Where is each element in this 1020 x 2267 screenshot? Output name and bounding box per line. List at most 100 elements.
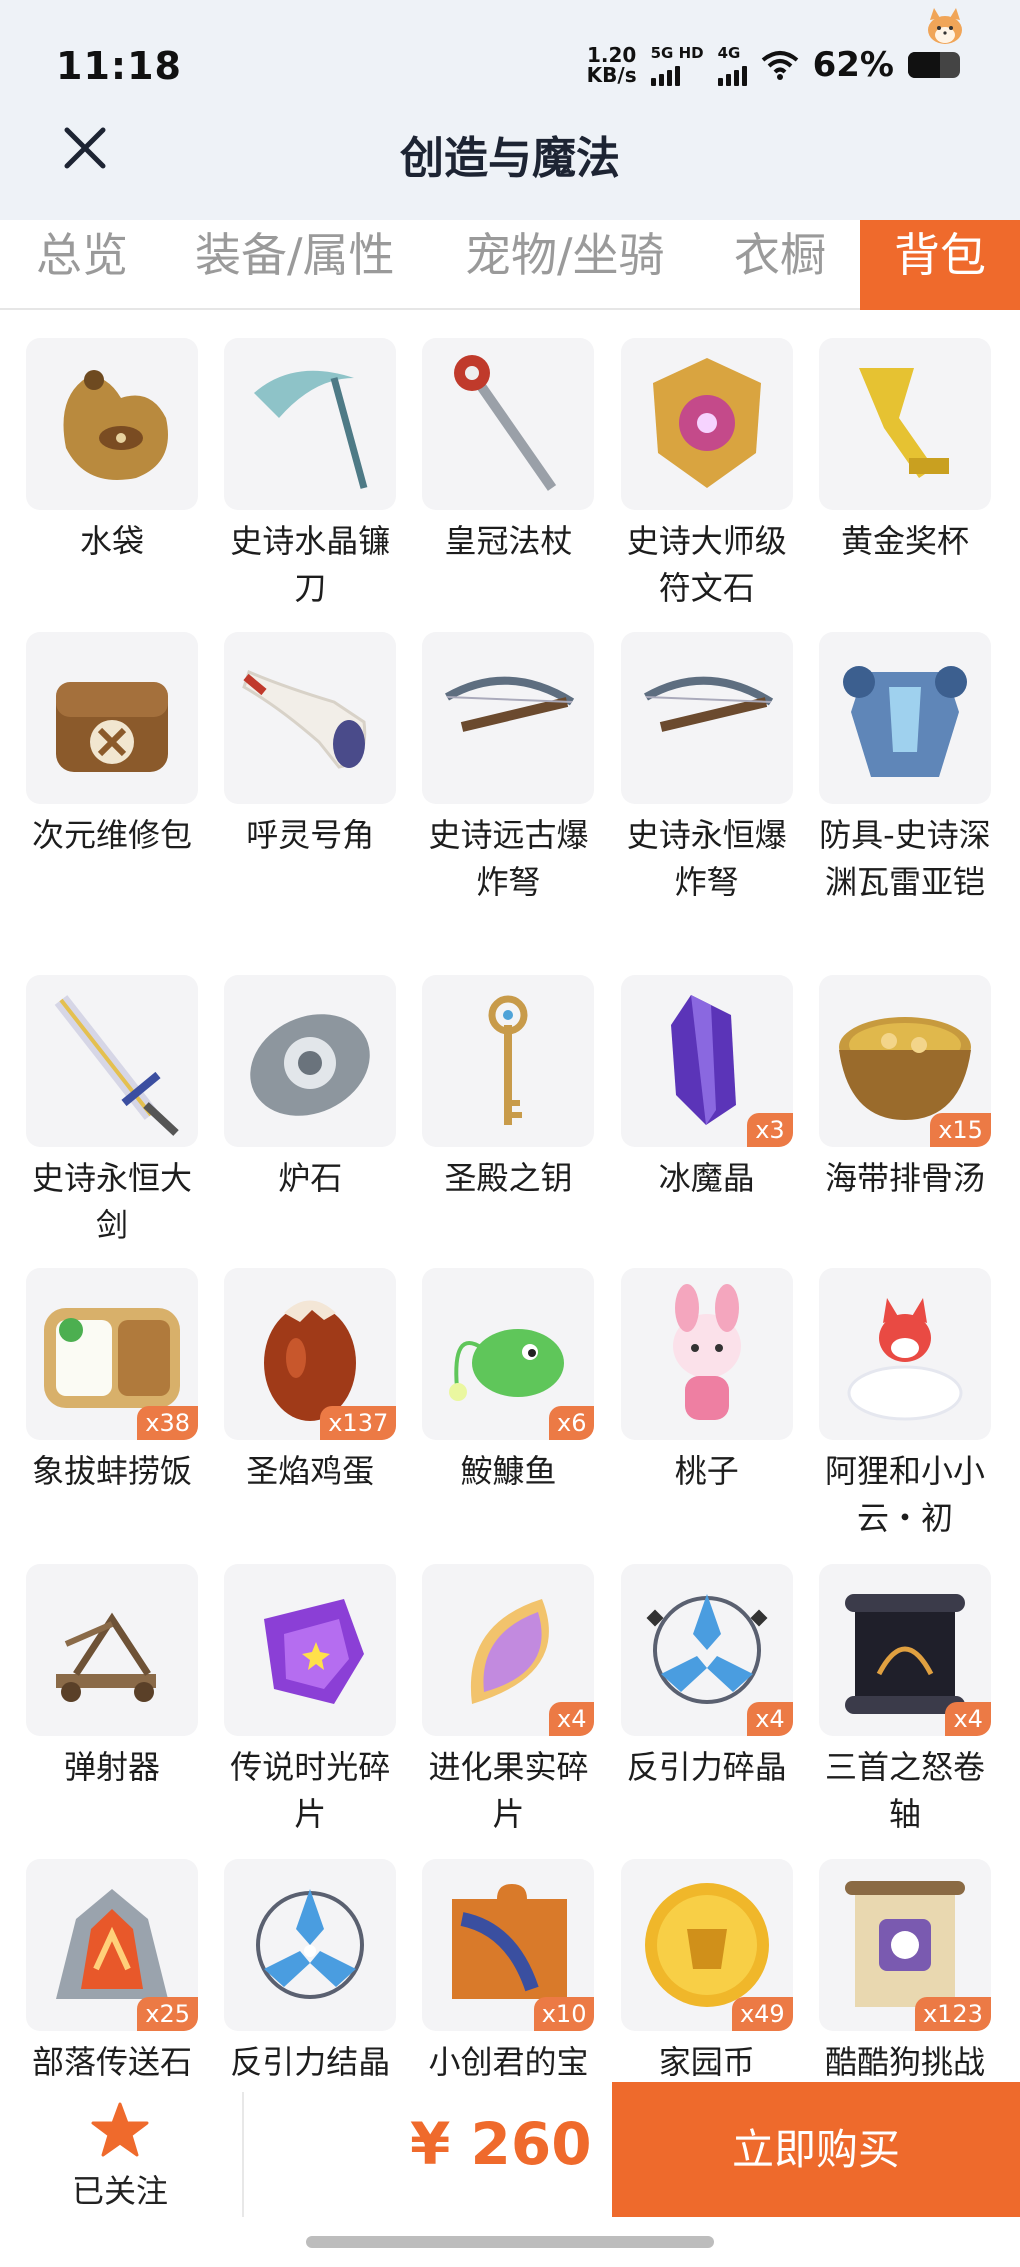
home-indicator[interactable] — [306, 2236, 714, 2248]
backpack-item[interactable]: x3 冰魔晶 — [620, 974, 793, 1202]
item-name: 桃子 — [674, 1452, 739, 1491]
backpack-item[interactable]: x38 象拔蚌捞饭 — [26, 1268, 198, 1495]
item-tile[interactable] — [224, 1858, 397, 2031]
backpack-item[interactable]: x123 酷酷狗挑战 — [818, 1858, 991, 2078]
backpack-item[interactable]: 次元维修包 — [26, 631, 198, 859]
top-bar: 11:18 1.20 KB/s 5G HD 4G 62% 创造与魔法 — [0, 0, 1020, 220]
item-tile[interactable]: x137 — [224, 1268, 397, 1441]
item-tile[interactable] — [26, 974, 198, 1147]
backpack-item[interactable]: 黄金奖杯 — [818, 338, 991, 565]
item-tile[interactable] — [224, 974, 397, 1147]
backpack-item[interactable]: 呼灵号角 — [224, 631, 397, 859]
item-name: 史诗水晶镰刀 — [230, 522, 391, 607]
backpack-item[interactable]: 史诗远古爆炸弩 — [422, 631, 595, 906]
item-tile[interactable] — [224, 1563, 397, 1736]
tab-pets-mounts[interactable]: 宠物/坐骑 — [465, 220, 665, 310]
item-name: 阿狸和小小云・初 — [824, 1452, 985, 1538]
backpack-item[interactable]: x137 圣焰鸡蛋 — [224, 1268, 397, 1495]
item-tile[interactable] — [26, 338, 198, 510]
item-name: 圣殿之钥 — [444, 1158, 573, 1197]
backpack-item[interactable]: x4 进化果实碎片 — [422, 1563, 595, 1838]
item-tile[interactable]: x25 — [26, 1858, 198, 2031]
crown-staff-icon — [454, 355, 557, 491]
backpack-item[interactable]: x4 反引力碎晶 — [620, 1563, 793, 1791]
item-name: 炉石 — [278, 1158, 343, 1197]
item-name: 部落传送石 — [31, 2042, 192, 2078]
item-name: 黄金奖杯 — [840, 522, 969, 560]
backpack-item[interactable]: 皇冠法杖 — [422, 338, 595, 565]
backpack-item[interactable]: 反引力结晶 — [224, 1858, 397, 2078]
item-tile[interactable] — [224, 631, 397, 804]
backpack-item[interactable]: x15 海带排骨汤 — [818, 974, 991, 1202]
backpack-item[interactable]: 阿狸和小小云・初 — [818, 1268, 991, 1542]
backpack-item[interactable]: x25 部落传送石 — [26, 1858, 198, 2078]
backpack-item[interactable]: x49 家园币 — [620, 1858, 793, 2078]
hearthstone-icon — [250, 1013, 370, 1116]
item-tile[interactable] — [224, 338, 397, 510]
battery-percent: 62% — [812, 45, 894, 85]
item-tile[interactable] — [422, 631, 595, 804]
backpack-item[interactable]: 桃子 — [620, 1268, 793, 1495]
item-tile[interactable]: x4 — [620, 1563, 793, 1736]
backpack-item[interactable]: 弹射器 — [26, 1563, 198, 1791]
item-tile[interactable] — [818, 1268, 991, 1441]
backpack-item[interactable]: 史诗永恒大剑 — [26, 974, 198, 1249]
item-tile[interactable]: x123 — [818, 1858, 991, 2031]
tab-overview[interactable]: 总览 — [36, 220, 128, 310]
backpack-item[interactable]: x10 小创君的宝 — [422, 1858, 595, 2078]
backpack-item[interactable]: 炉石 — [224, 974, 397, 1202]
signal-bars-icon — [650, 64, 680, 86]
item-tile[interactable] — [422, 974, 595, 1147]
backpack-item[interactable]: x4 三首之怒卷轴 — [818, 1563, 991, 1838]
waterskin-icon — [63, 370, 168, 480]
item-tile[interactable]: x38 — [26, 1268, 198, 1441]
item-name: 史诗永恒大剑 — [31, 1158, 192, 1244]
item-name: 小创君的宝 — [428, 2042, 589, 2078]
crossbow-icon — [643, 676, 773, 732]
time-shard-icon — [264, 1598, 365, 1704]
item-name: 冰魔晶 — [658, 1158, 755, 1197]
tab-backpack[interactable]: 背包 — [860, 220, 1020, 310]
item-tile[interactable]: x3 — [620, 974, 793, 1147]
key-icon — [488, 995, 528, 1125]
fox-cloud-icon — [847, 1298, 963, 1421]
buy-now-button[interactable]: 立即购买 — [612, 2082, 1020, 2217]
quantity-badge: x10 — [533, 1996, 595, 2031]
item-tile[interactable] — [620, 338, 793, 510]
tab-equipment[interactable]: 装备/属性 — [195, 220, 395, 310]
backpack-item[interactable]: x6 鮟鱇鱼 — [422, 1268, 595, 1495]
item-tile[interactable]: x49 — [620, 1858, 793, 2031]
status-time: 11:18 — [56, 44, 182, 88]
item-tile[interactable]: x10 — [422, 1858, 595, 2031]
quantity-badge: x3 — [747, 1112, 793, 1147]
item-tile[interactable]: x4 — [818, 1563, 991, 1736]
backpack-item[interactable]: 圣殿之钥 — [422, 974, 595, 1202]
quantity-badge: x25 — [137, 1996, 198, 2031]
follow-button[interactable]: 已关注 — [40, 2102, 200, 2212]
item-tile[interactable] — [620, 1268, 793, 1441]
backpack-item[interactable]: 史诗永恒爆炸弩 — [620, 631, 793, 906]
bunny-doll-icon — [672, 1284, 741, 1421]
scythe-icon — [254, 370, 368, 489]
item-name: 反引力碎晶 — [626, 1747, 787, 1786]
backpack-item[interactable]: 史诗大师级符文石 — [620, 338, 793, 612]
item-tile[interactable] — [818, 338, 991, 510]
item-name: 史诗远古爆炸弩 — [428, 815, 589, 901]
backpack-item[interactable]: 水袋 — [26, 338, 198, 565]
quantity-badge: x4 — [548, 1701, 595, 1736]
backpack-item[interactable]: 史诗水晶镰刀 — [224, 338, 397, 612]
tab-wardrobe[interactable]: 衣橱 — [734, 220, 826, 310]
item-tile[interactable] — [422, 338, 595, 510]
backpack-item[interactable]: 防具-史诗深渊瓦雷亚铠 — [818, 631, 991, 906]
item-name: 反引力结晶 — [230, 2042, 391, 2078]
item-tile[interactable] — [26, 1563, 198, 1736]
item-tile[interactable]: x15 — [818, 974, 991, 1147]
item-name: 家园币 — [658, 2042, 755, 2078]
backpack-item[interactable]: 传说时光碎片 — [224, 1563, 397, 1838]
item-tile[interactable]: x6 — [422, 1268, 595, 1441]
item-name: 史诗大师级符文石 — [626, 522, 787, 607]
item-tile[interactable] — [818, 631, 991, 804]
item-tile[interactable]: x4 — [422, 1563, 595, 1736]
item-tile[interactable] — [620, 631, 793, 804]
item-tile[interactable] — [26, 631, 198, 804]
